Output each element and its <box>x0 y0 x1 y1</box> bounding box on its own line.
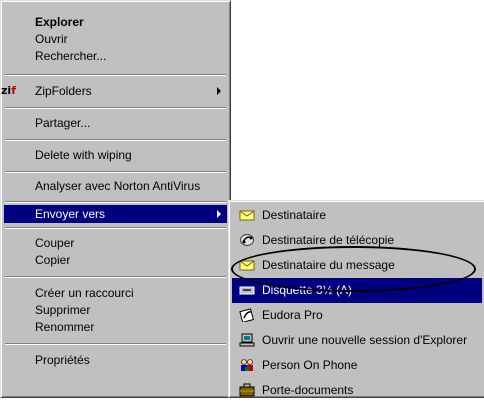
send-to-nouvelle-session-explorer[interactable]: Ouvrir une nouvelle session d'Explorer <box>232 328 482 353</box>
send-to-disquette[interactable]: Disquette 3½ (A) <box>232 278 482 303</box>
menu-item-explorer[interactable]: Explorer <box>4 13 227 31</box>
envelope-icon <box>239 210 255 221</box>
menu-item-norton-antivirus[interactable]: Analyser avec Norton AntiVirus <box>4 177 227 195</box>
menu-item-renommer[interactable]: Renommer <box>4 318 227 336</box>
menu-separator <box>5 227 226 229</box>
floppy-drive-icon <box>239 286 255 295</box>
menu-item-proprietes[interactable]: Propriétés <box>4 351 227 369</box>
send-to-person-on-phone[interactable]: Person On Phone <box>232 353 482 378</box>
send-to-porte-documents[interactable]: Porte-documents <box>232 378 482 403</box>
submenu-arrow-icon <box>217 87 221 95</box>
menu-separator <box>5 343 226 345</box>
menu-item-creer-raccourci[interactable]: Créer un raccourci <box>4 284 227 302</box>
send-to-eudora-pro[interactable]: Eudora Pro <box>232 303 482 328</box>
menu-separator <box>5 74 226 76</box>
menu-item-supprimer[interactable]: Supprimer <box>4 301 227 319</box>
zipfolders-icon: zif <box>1 84 16 97</box>
menu-item-couper[interactable]: Couper <box>4 234 227 252</box>
menu-item-copier[interactable]: Copier <box>4 251 227 269</box>
send-to-destinataire[interactable]: Destinataire <box>232 203 482 228</box>
menu-item-rechercher[interactable]: Rechercher... <box>4 47 227 65</box>
computer-icon <box>239 333 255 347</box>
send-to-submenu: Destinataire Destinataire de télécopie D… <box>228 200 484 398</box>
menu-item-ouvrir[interactable]: Ouvrir <box>4 30 227 48</box>
menu-separator <box>5 139 226 141</box>
fax-icon <box>240 234 254 246</box>
send-to-destinataire-telecopie[interactable]: Destinataire de télécopie <box>232 228 482 253</box>
submenu-arrow-icon <box>217 210 221 218</box>
menu-item-envoyer-vers[interactable]: Envoyer vers <box>4 205 227 223</box>
menu-item-partager[interactable]: Partager... <box>4 114 227 132</box>
envelope-icon <box>239 260 255 271</box>
eudora-icon <box>239 308 254 322</box>
send-to-destinataire-message[interactable]: Destinataire du message <box>232 253 482 278</box>
menu-separator <box>5 107 226 109</box>
context-menu: Explorer Ouvrir Rechercher... zif ZipFol… <box>0 0 231 398</box>
briefcase-icon <box>239 383 255 397</box>
person-on-phone-icon <box>241 359 253 371</box>
menu-separator <box>5 276 226 278</box>
menu-item-zipfolders[interactable]: zif ZipFolders <box>1 82 227 100</box>
menu-separator <box>5 171 226 173</box>
menu-item-delete-with-wiping[interactable]: Delete with wiping <box>4 146 227 164</box>
menu-separator <box>5 201 226 203</box>
